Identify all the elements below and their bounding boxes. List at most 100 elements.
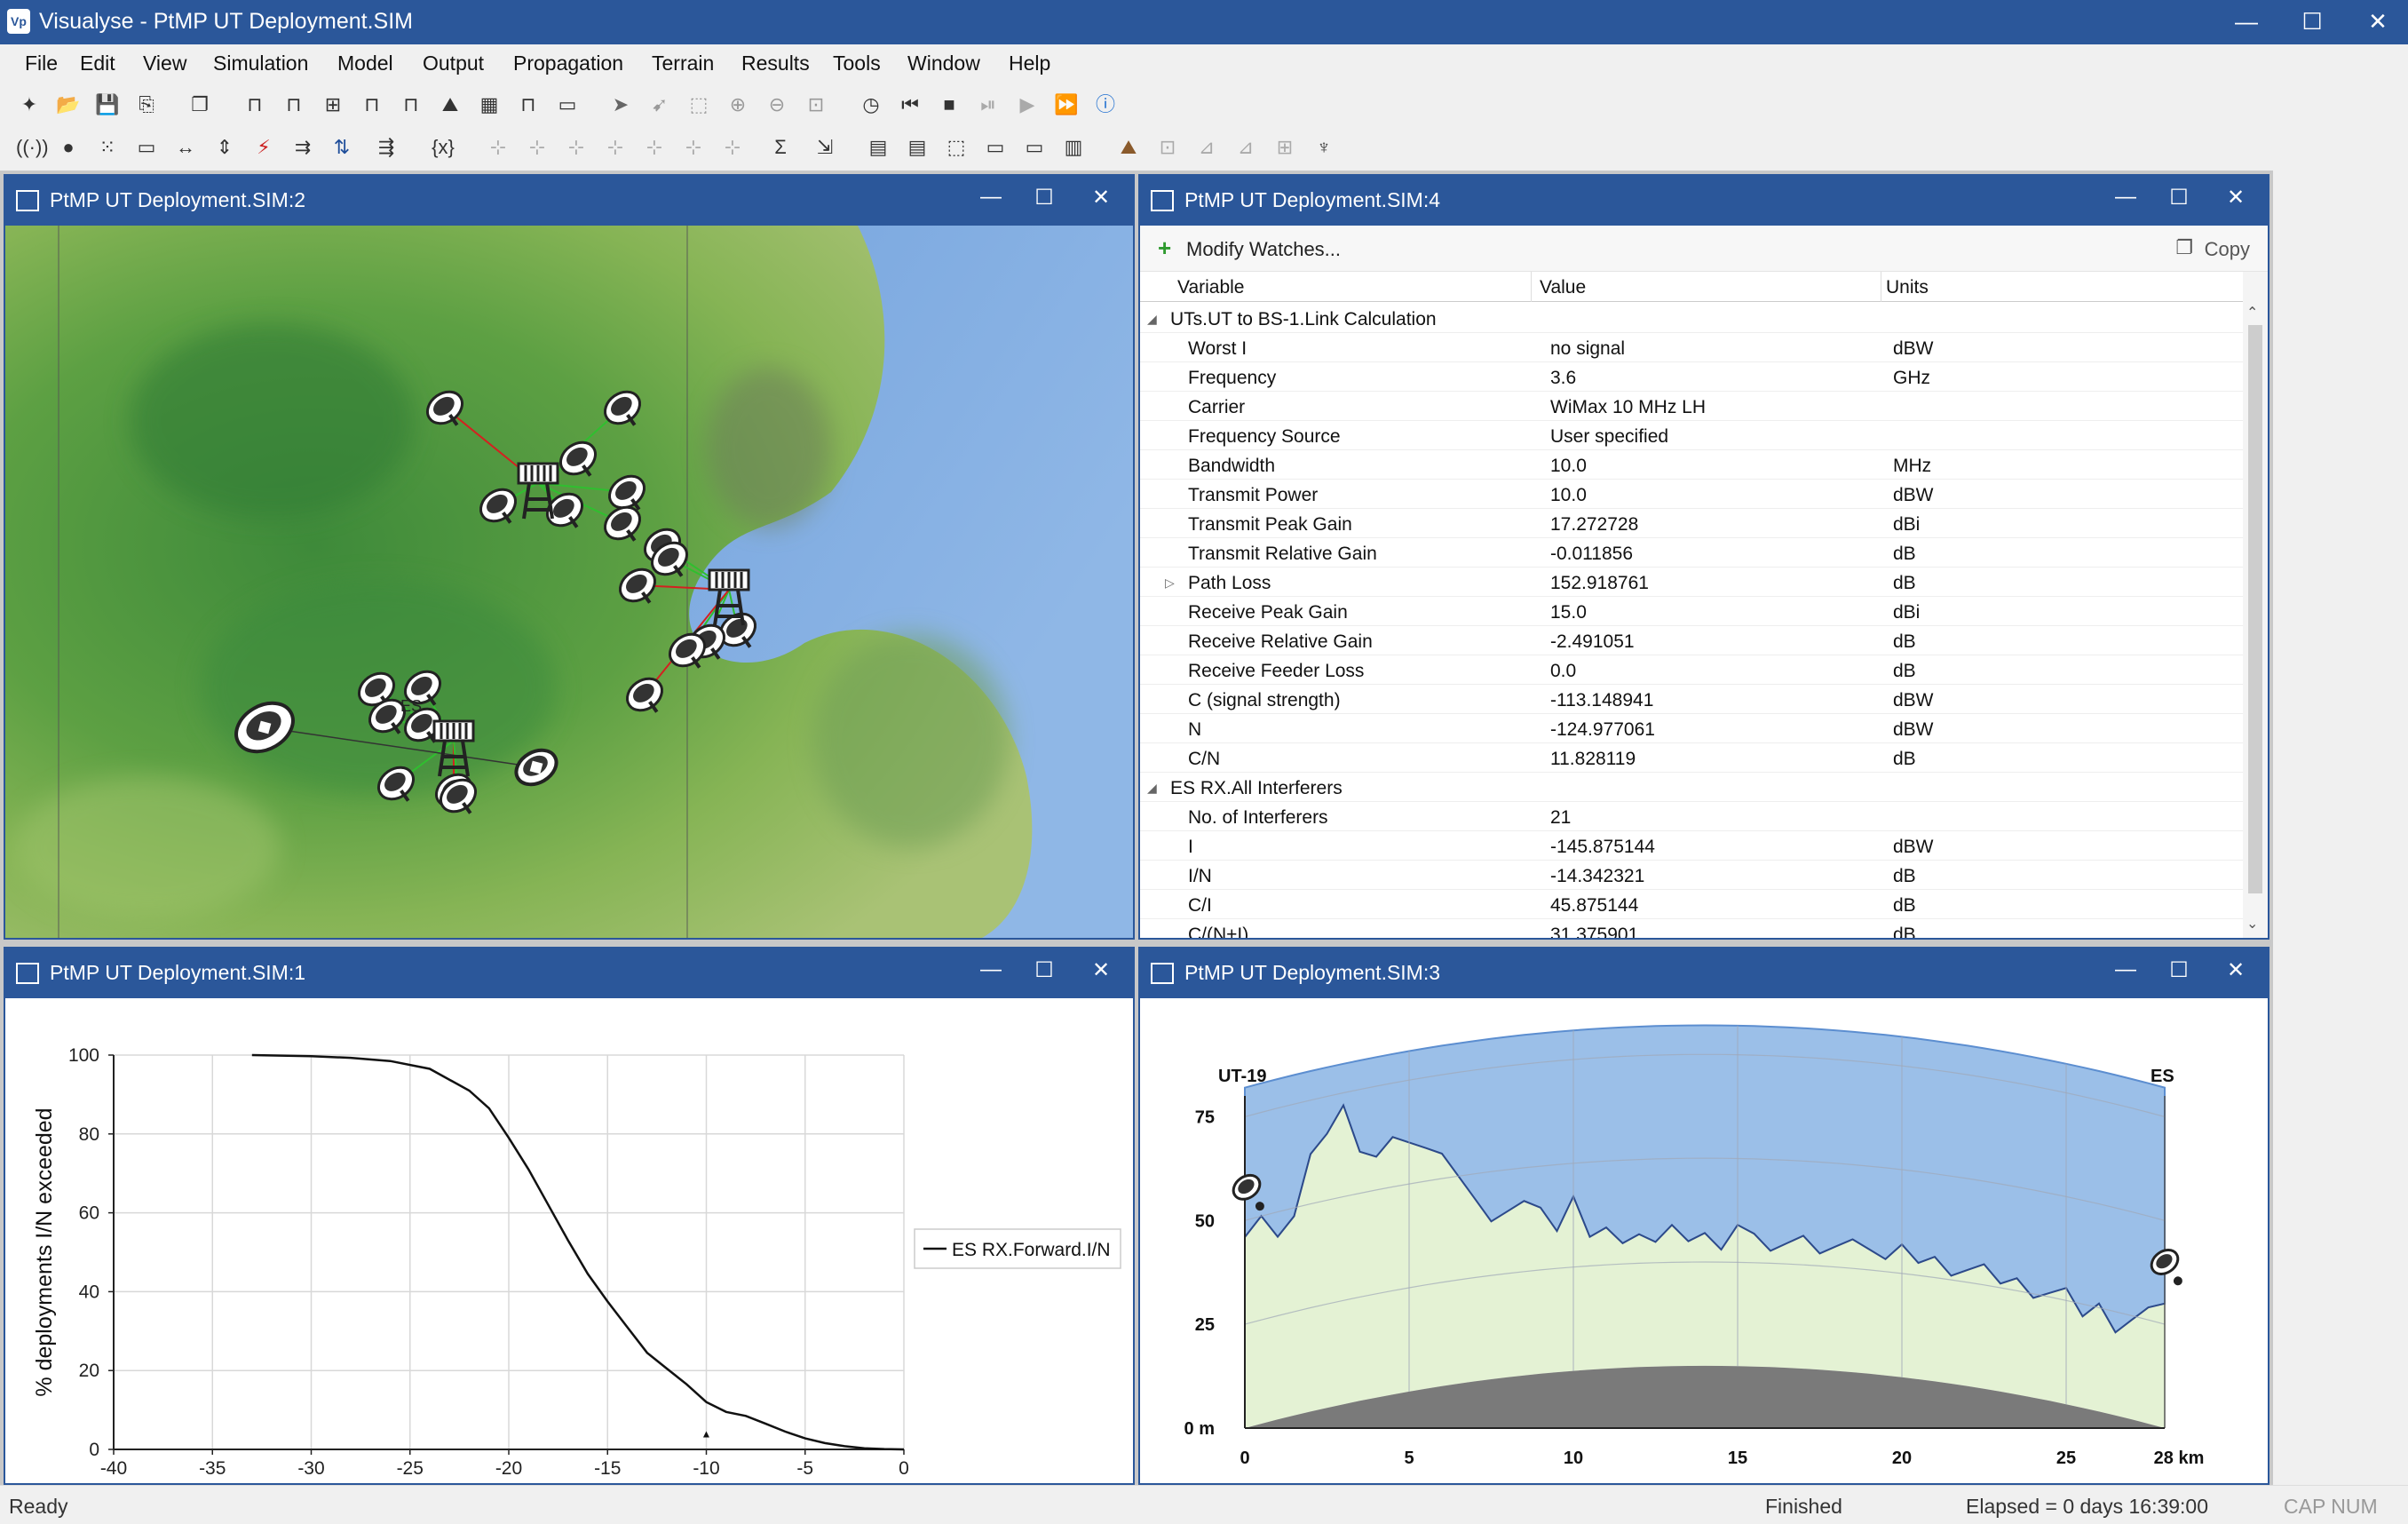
watch-maximize-button[interactable]: ☐	[2161, 185, 2197, 210]
tower-icon[interactable]: ♆	[1311, 135, 1337, 160]
point-icon[interactable]: ●	[55, 135, 82, 160]
menu-results[interactable]: Results	[741, 52, 810, 75]
beam-icon[interactable]: ⊹	[485, 135, 511, 160]
menu-help[interactable]: Help	[1009, 52, 1050, 75]
watch-row[interactable]: C/(N+I) 31.375901 dB	[1140, 919, 2243, 938]
save-as-icon[interactable]: ⎘	[133, 92, 160, 117]
select-area-icon[interactable]: ⬚	[685, 92, 712, 117]
profile-close-button[interactable]: ✕	[2218, 957, 2254, 983]
new-table-icon[interactable]: ▦	[476, 92, 503, 117]
scroll-up-icon[interactable]: ⌃	[2246, 304, 2258, 321]
close-button[interactable]: ✕	[2351, 5, 2404, 37]
watch-row[interactable]: No. of Interferers 21	[1140, 802, 2243, 831]
cdf-maximize-button[interactable]: ☐	[1026, 957, 1062, 983]
watch-row[interactable]: Transmit Relative Gain -0.011856 dB	[1140, 538, 2243, 568]
profile-maximize-button[interactable]: ☐	[2161, 957, 2197, 983]
new-link-icon[interactable]: ⊓	[242, 92, 268, 117]
watch-row[interactable]: I/N -14.342321 dB	[1140, 861, 2243, 890]
column-value[interactable]: Value	[1540, 277, 1586, 298]
terrain-map[interactable]: ES	[5, 226, 1133, 938]
grid-icon[interactable]: ⊞	[1271, 135, 1298, 160]
new-terrain-icon[interactable]: ⛰	[437, 92, 463, 117]
cdf-close-button[interactable]: ✕	[1083, 957, 1119, 983]
clock-icon[interactable]: ◷	[858, 92, 884, 117]
watch-row[interactable]: Worst I no signal dBW	[1140, 333, 2243, 362]
histogram-icon[interactable]: ▥	[1060, 135, 1087, 160]
beam-all-icon[interactable]: ⊹	[524, 135, 551, 160]
watch-row[interactable]: Receive Relative Gain -2.491051 dB	[1140, 626, 2243, 655]
fast-forward-icon[interactable]: ⏩	[1053, 92, 1080, 117]
watch-row[interactable]: C/I 45.875144 dB	[1140, 890, 2243, 919]
watch-row[interactable]: Transmit Power 10.0 dBW	[1140, 480, 2243, 509]
watch-scrollbar[interactable]: ⌃ ⌄	[2243, 272, 2268, 938]
open-file-icon[interactable]: 📂	[55, 92, 82, 117]
scrollbar-thumb[interactable]	[2248, 325, 2262, 893]
carrier-icon[interactable]: ▭	[133, 135, 160, 160]
new-view-icon[interactable]: ▭	[554, 92, 581, 117]
watch-icon[interactable]: ▤	[865, 135, 891, 160]
column-units[interactable]: Units	[1886, 277, 1929, 298]
new-network-icon[interactable]: ⊓	[359, 92, 385, 117]
watch-row[interactable]: N -124.977061 dBW	[1140, 714, 2243, 743]
building-icon[interactable]: ⊿	[1193, 135, 1220, 160]
path-icon[interactable]: ⊿	[1232, 135, 1259, 160]
watch-row[interactable]: C (signal strength) -113.148941 dBW	[1140, 685, 2243, 714]
watch-row[interactable]: C/N 11.828119 dB	[1140, 743, 2243, 773]
scatter-icon[interactable]: ⁙	[94, 135, 121, 160]
watch-row[interactable]: Bandwidth 10.0 MHz	[1140, 450, 2243, 480]
watch-row[interactable]: ▷ Path Loss 152.918761 dB	[1140, 568, 2243, 597]
rewind-icon[interactable]: ⏮	[897, 92, 923, 117]
traffic-icon[interactable]: ⇉	[289, 135, 316, 160]
map-canvas[interactable]: ES	[5, 226, 1133, 938]
watch-minimize-button[interactable]: —	[2108, 185, 2143, 210]
sum-icon[interactable]: Σ	[767, 135, 794, 160]
column-variable[interactable]: Variable	[1177, 277, 1245, 298]
watch-group-row[interactable]: ◢ UTs.UT to BS-1.Link Calculation	[1140, 304, 2243, 333]
graph-icon[interactable]: ▭	[982, 135, 1009, 160]
modify-watches-button[interactable]: Modify Watches...	[1186, 238, 1341, 261]
watch-row[interactable]: Receive Peak Gain 15.0 dBi	[1140, 597, 2243, 626]
scroll-down-icon[interactable]: ⌄	[2246, 915, 2258, 933]
map-maximize-button[interactable]: ☐	[1026, 185, 1062, 210]
beam-track-icon[interactable]: ⊹	[641, 135, 668, 160]
export-icon[interactable]: ⇲	[812, 135, 838, 160]
cdf-chart[interactable]: -40-35-30-25-20-15-10-50020406080100I/N …	[5, 998, 1133, 1483]
clutter-icon[interactable]: ⊡	[1154, 135, 1181, 160]
variables-icon[interactable]: {x}	[430, 135, 456, 160]
menu-window[interactable]: Window	[907, 52, 980, 75]
watch-row[interactable]: Receive Feeder Loss 0.0 dB	[1140, 655, 2243, 685]
terrain-icon[interactable]: ⛰	[1115, 135, 1142, 160]
route-icon[interactable]: ⇶	[373, 135, 400, 160]
menu-edit[interactable]: Edit	[80, 52, 115, 75]
copy-button[interactable]: Copy	[2205, 238, 2250, 261]
menu-model[interactable]: Model	[337, 52, 393, 75]
menu-file[interactable]: File	[25, 52, 58, 75]
menu-simulation[interactable]: Simulation	[213, 52, 308, 75]
bandwidth-icon[interactable]: ⇕	[211, 135, 238, 160]
new-map-icon[interactable]: ⊓	[515, 92, 542, 117]
stop-icon[interactable]: ■	[936, 92, 962, 117]
watch-row[interactable]: I -145.875144 dBW	[1140, 831, 2243, 861]
area-analysis-icon[interactable]: ⬚	[943, 135, 970, 160]
map-close-button[interactable]: ✕	[1083, 185, 1119, 210]
expand-toggle-icon[interactable]: ◢	[1147, 781, 1157, 796]
cdf-minimize-button[interactable]: —	[973, 957, 1009, 982]
watch-row[interactable]: Transmit Peak Gain 17.272728 dBi	[1140, 509, 2243, 538]
antenna-icon[interactable]: ((·))	[16, 135, 49, 160]
select-pointer-icon[interactable]: ➤	[607, 92, 634, 117]
copy-icon[interactable]: ❐	[186, 92, 213, 117]
maximize-button[interactable]: ☐	[2285, 5, 2339, 37]
step-icon[interactable]: ⏯	[975, 92, 1002, 117]
watch-row[interactable]: Frequency 3.6 GHz	[1140, 362, 2243, 392]
watch-close-button[interactable]: ✕	[2218, 185, 2254, 210]
new-station-icon[interactable]: ⊓	[281, 92, 307, 117]
beam-stack-icon[interactable]: ⊹	[719, 135, 746, 160]
watch-row[interactable]: Frequency Source User specified	[1140, 421, 2243, 450]
copy-doc-icon[interactable]: ❐	[2175, 236, 2193, 259]
map-minimize-button[interactable]: —	[973, 185, 1009, 210]
new-group-icon[interactable]: ⊞	[320, 92, 346, 117]
beam-point-icon[interactable]: ⊹	[602, 135, 629, 160]
watch-multi-icon[interactable]: ▤	[904, 135, 931, 160]
add-icon[interactable]: +	[1158, 234, 1171, 262]
expand-toggle-icon[interactable]: ◢	[1147, 312, 1157, 327]
